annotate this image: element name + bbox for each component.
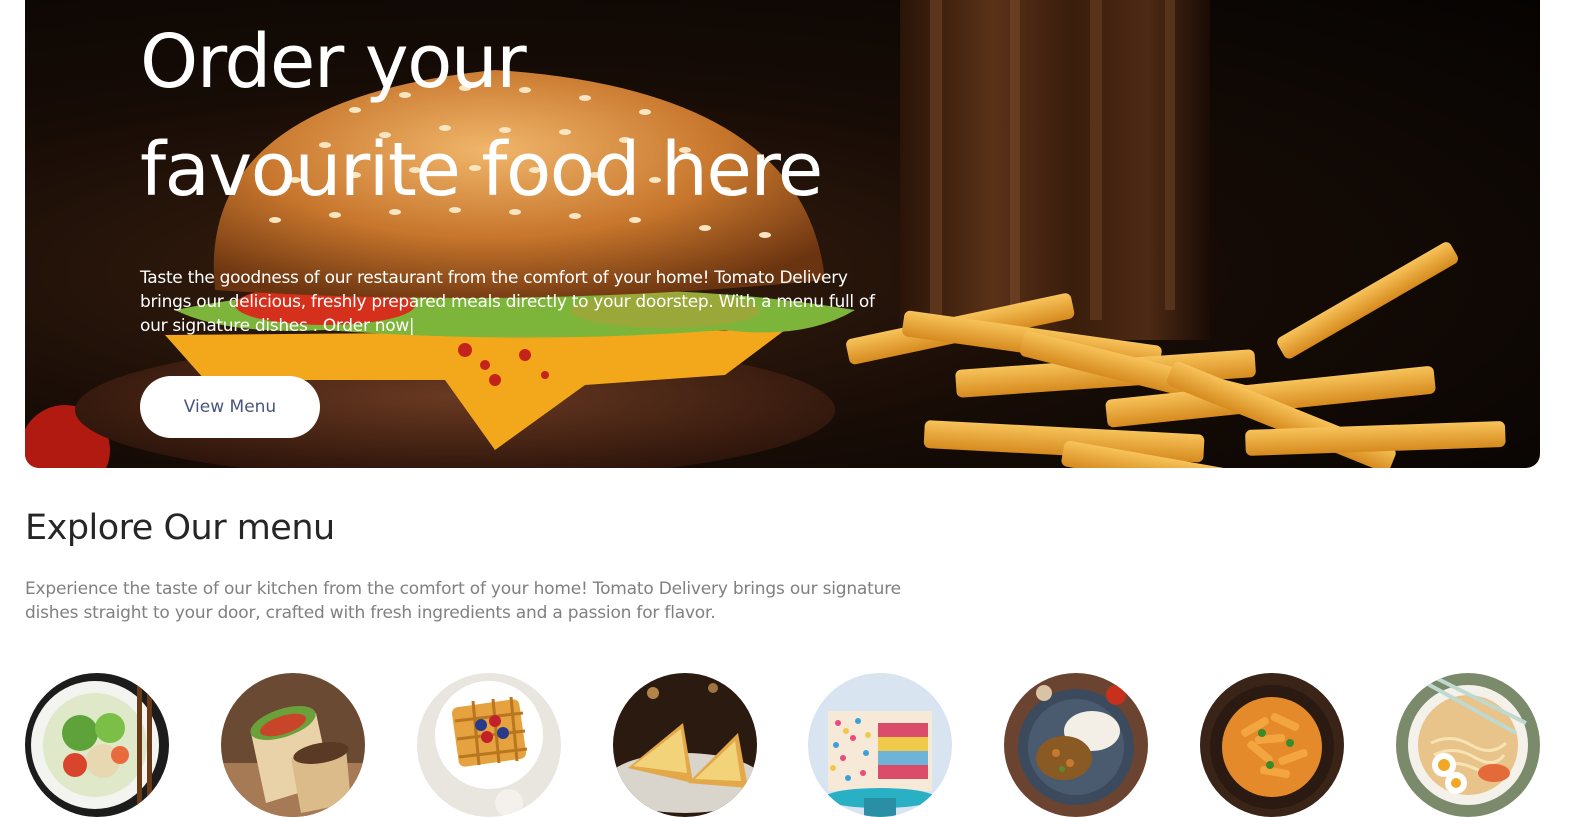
hero-title-line-1: Order your — [140, 19, 527, 105]
cake-image — [808, 673, 953, 817]
menu-category-sandwich[interactable] — [612, 673, 757, 817]
menu-category-pure-veg[interactable] — [1004, 673, 1149, 817]
salad-image — [25, 673, 169, 817]
hero-description: Taste the goodness of our restaurant fro… — [140, 268, 875, 336]
explore-menu-title: Explore Our menu — [25, 508, 335, 548]
pure-veg-image — [1004, 673, 1149, 817]
menu-category-pasta[interactable] — [1200, 673, 1345, 817]
hero-banner: Order your favourite food here Taste the… — [25, 0, 1540, 468]
menu-category-list — [25, 673, 1540, 817]
hero-content: Order your favourite food here Taste the… — [140, 8, 920, 438]
menu-category-cake[interactable] — [808, 673, 953, 817]
noodles-image — [1395, 673, 1540, 817]
rolls-image — [220, 673, 365, 817]
view-menu-button[interactable]: View Menu — [140, 376, 320, 438]
desserts-image — [416, 673, 561, 817]
menu-category-rolls[interactable] — [220, 673, 365, 817]
hero-title: Order your favourite food here — [140, 8, 920, 224]
explore-menu-description: Experience the taste of our kitchen from… — [25, 579, 901, 623]
hero-title-line-2: favourite food here — [140, 127, 823, 213]
sandwich-image — [612, 673, 757, 817]
menu-category-salad[interactable] — [25, 673, 169, 817]
menu-category-noodles[interactable] — [1395, 673, 1540, 817]
pasta-image — [1200, 673, 1345, 817]
menu-category-deserts[interactable] — [416, 673, 561, 817]
